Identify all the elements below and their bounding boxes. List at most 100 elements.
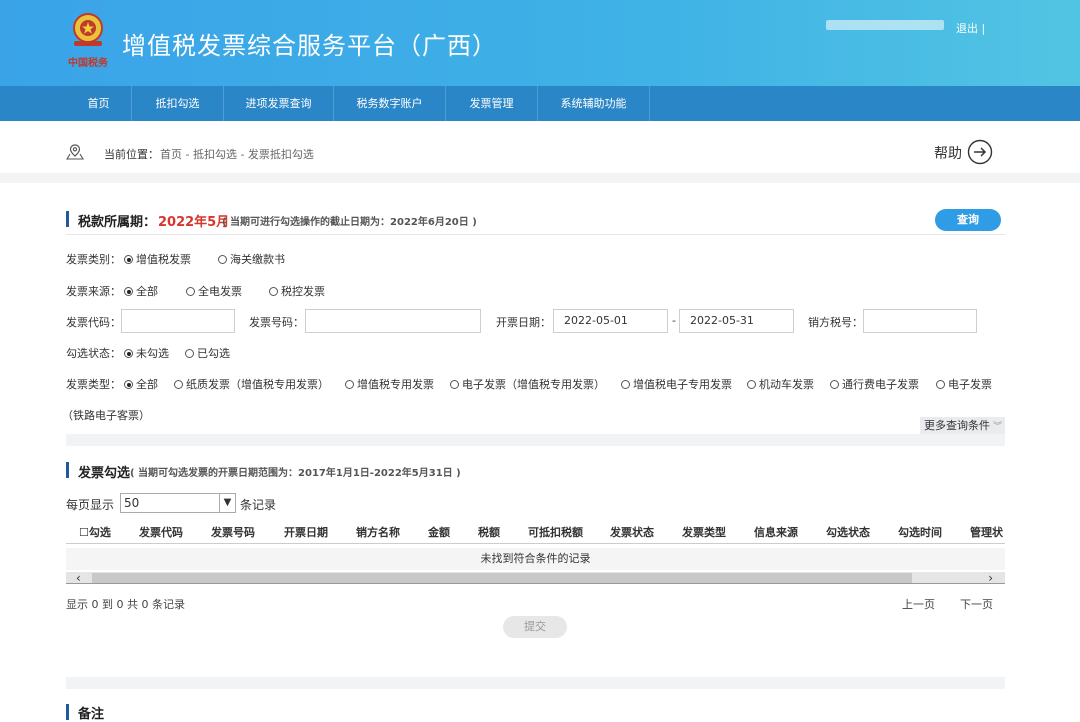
- radio-unchecked-status[interactable]: 未勾选: [124, 345, 169, 361]
- radio-checked-icon: [124, 349, 133, 358]
- radio-label: 通行费电子发票: [842, 378, 919, 391]
- invoice-type-label: 发票类型：: [66, 378, 121, 391]
- radio-vat-invoice[interactable]: 增值税发票: [124, 251, 191, 267]
- radio-unchecked-icon: [747, 380, 756, 389]
- radio-label: 全部: [136, 285, 158, 298]
- main-nav: 首页 抵扣勾选 进项发票查询 税务数字账户 发票管理 系统辅助功能: [0, 86, 1080, 121]
- radio-label: 增值税发票: [136, 253, 191, 266]
- radio-type-paper-special[interactable]: 纸质发票（增值税专用发票）: [174, 376, 329, 392]
- nav-item-tax-digital-account[interactable]: 税务数字账户: [334, 86, 446, 121]
- radio-label: 机动车发票: [759, 378, 814, 391]
- radio-type-electronic-special[interactable]: 电子发票（增值税专用发票）: [450, 376, 605, 392]
- per-page-suffix: 条记录: [240, 498, 277, 512]
- period-label: 税款所属期：: [78, 215, 157, 230]
- column-header: 信息来源: [754, 526, 798, 539]
- emblem-text: 中国税务: [68, 58, 108, 69]
- radio-unchecked-icon: [185, 349, 194, 358]
- radio-label: 电子发票: [948, 378, 992, 391]
- column-header: 开票日期: [284, 526, 328, 539]
- column-header: 发票号码: [211, 526, 255, 539]
- records-summary: 显示 0 到 0 共 0 条记录: [66, 598, 185, 611]
- radio-type-electronic[interactable]: 电子发票: [936, 376, 992, 392]
- period-value: 2022年5月: [158, 215, 230, 230]
- column-header: 勾选时间: [898, 526, 942, 539]
- scroll-right-icon[interactable]: ›: [988, 571, 993, 585]
- horizontal-scrollbar[interactable]: ‹ ›: [66, 571, 1005, 585]
- radio-checked-status[interactable]: 已勾选: [185, 345, 230, 361]
- column-header: 发票状态: [610, 526, 654, 539]
- invoice-number-input[interactable]: [305, 309, 481, 333]
- section-marker: [66, 211, 69, 227]
- more-conditions-toggle[interactable]: 更多查询条件 ︾: [920, 417, 1005, 434]
- radio-label: 增值税专用发票: [357, 378, 434, 391]
- radio-source-full-electronic[interactable]: 全电发票: [186, 283, 242, 299]
- nav-item-invoice-management[interactable]: 发票管理: [446, 86, 538, 121]
- selection-note: ( 当期可勾选发票的开票日期范围为：2017年1月1日-2022年5月31日 ): [130, 468, 461, 479]
- help-link[interactable]: 帮助: [934, 143, 962, 163]
- section-spacer: [66, 434, 1005, 446]
- radio-type-toll-electronic[interactable]: 通行费电子发票: [830, 376, 919, 392]
- column-header: 管理状: [970, 526, 1003, 539]
- invoice-source-label: 发票来源：: [66, 285, 121, 298]
- radio-source-tax-control[interactable]: 税控发票: [269, 283, 325, 299]
- column-header: 发票类型: [682, 526, 726, 539]
- selection-title: 发票勾选: [78, 466, 131, 481]
- invoice-code-input[interactable]: [121, 309, 235, 333]
- radio-label: 全电发票: [198, 285, 242, 298]
- column-header-select[interactable]: ☐勾选: [79, 524, 111, 540]
- radio-source-all[interactable]: 全部: [124, 283, 158, 299]
- table-header-divider: [66, 543, 1005, 544]
- date-from-input[interactable]: 2022-05-01: [553, 309, 668, 333]
- logout-link[interactable]: 退出 |: [956, 20, 985, 36]
- radio-label: 电子发票（增值税专用发票）: [462, 378, 605, 391]
- invoice-code-label: 发票代码：: [66, 316, 121, 329]
- radio-unchecked-icon: [218, 255, 227, 264]
- prev-page-link[interactable]: 上一页: [902, 596, 935, 612]
- arrow-right-circle-icon[interactable]: [967, 139, 993, 165]
- breadcrumb-path: 首页 - 抵扣勾选 - 发票抵扣勾选: [160, 148, 314, 161]
- radio-type-vat-special[interactable]: 增值税专用发票: [345, 376, 434, 392]
- nav-item-input-invoice-query[interactable]: 进项发票查询: [224, 86, 334, 121]
- seller-tax-id-input[interactable]: [863, 309, 977, 333]
- radio-unchecked-icon: [936, 380, 945, 389]
- divider: [66, 234, 1005, 235]
- scroll-left-icon[interactable]: ‹: [76, 571, 81, 585]
- site-title: 增值税发票综合服务平台（广西）: [122, 32, 497, 60]
- header-banner: 中国税务 增值税发票综合服务平台（广西） 退出 |: [0, 0, 1080, 86]
- submit-button[interactable]: 提交: [503, 616, 567, 638]
- column-header: 金额: [428, 526, 450, 539]
- period-note: ( 当期可进行勾选操作的截止日期为：2022年6月20日 ): [222, 217, 477, 228]
- radio-unchecked-icon: [621, 380, 630, 389]
- query-button[interactable]: 查询: [935, 209, 1001, 231]
- column-header: 税额: [478, 526, 500, 539]
- radio-type-vat-electronic-special[interactable]: 增值税电子专用发票: [621, 376, 732, 392]
- radio-type-all[interactable]: 全部: [124, 376, 158, 392]
- radio-unchecked-icon: [345, 380, 354, 389]
- scrollbar-thumb[interactable]: [92, 573, 912, 583]
- invoice-type-wrap-text: （铁路电子客票）: [62, 409, 150, 422]
- date-separator: -: [672, 314, 676, 327]
- per-page-select[interactable]: 50 ▼: [120, 493, 236, 513]
- radio-checked-icon: [124, 287, 133, 296]
- nav-item-deduction-check[interactable]: 抵扣勾选: [132, 86, 224, 121]
- radio-checked-icon: [124, 255, 133, 264]
- radio-unchecked-icon: [174, 380, 183, 389]
- chevron-double-down-icon: ︾: [993, 422, 1003, 432]
- radio-customs-receipt[interactable]: 海关缴款书: [218, 251, 285, 267]
- issue-date-label: 开票日期：: [496, 316, 551, 329]
- nav-item-system-tools[interactable]: 系统辅助功能: [538, 86, 650, 121]
- radio-type-motor-vehicle[interactable]: 机动车发票: [747, 376, 814, 392]
- per-page-label: 每页显示: [66, 498, 115, 512]
- date-to-input[interactable]: 2022-05-31: [679, 309, 794, 333]
- user-name-redacted: [826, 20, 944, 30]
- nav-item-home[interactable]: 首页: [66, 86, 132, 121]
- radio-label: 税控发票: [281, 285, 325, 298]
- next-page-link[interactable]: 下一页: [960, 596, 993, 612]
- seller-tax-id-label: 销方税号：: [808, 316, 863, 329]
- invoice-category-label: 发票类别：: [66, 253, 121, 266]
- section-spacer: [66, 677, 1005, 689]
- invoice-number-label: 发票号码：: [249, 316, 304, 329]
- radio-label: 未勾选: [136, 347, 169, 360]
- remarks-title: 备注: [78, 707, 105, 722]
- radio-label: 海关缴款书: [230, 253, 285, 266]
